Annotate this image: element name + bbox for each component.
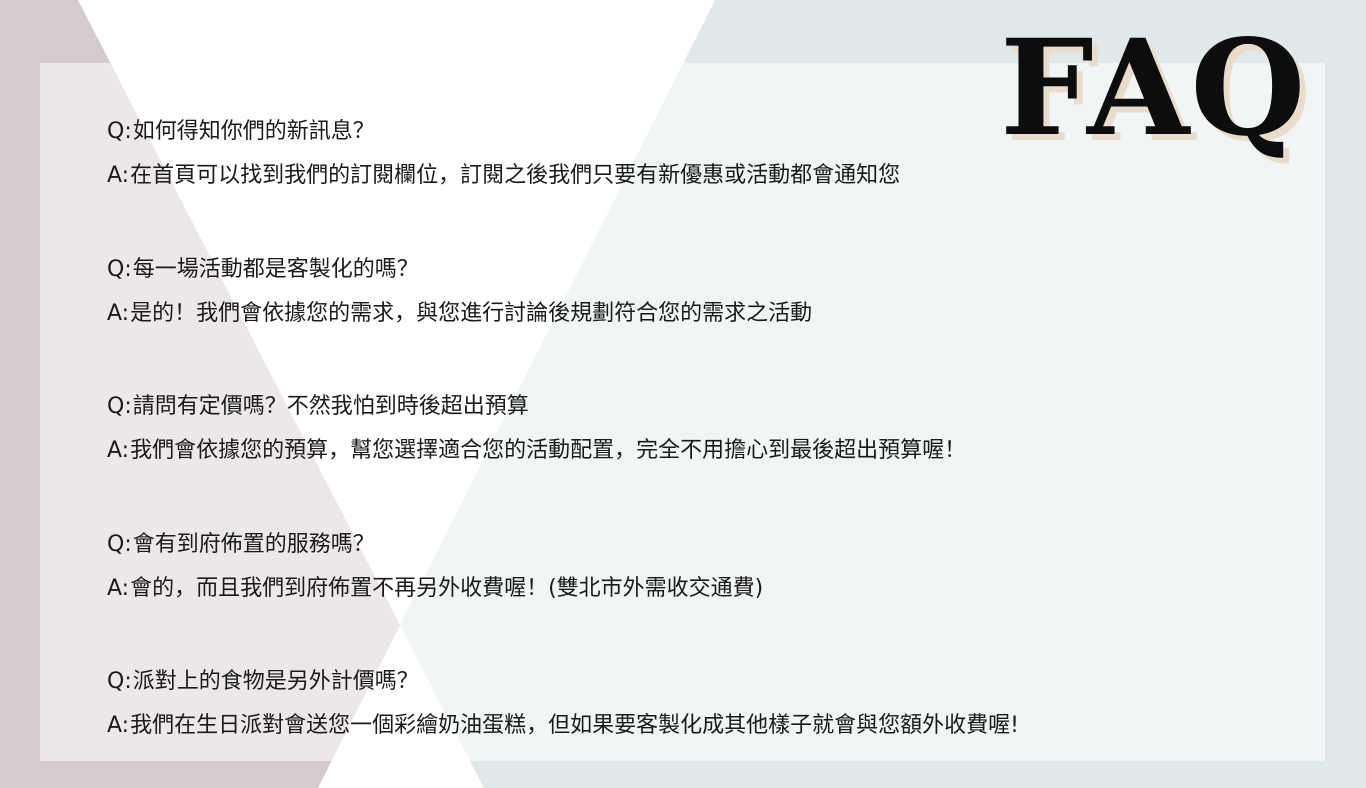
question-text: 如何得知你們的新訊息？ (132, 119, 375, 144)
faq-item: Q:派對上的食物是另外計價嗎？ A:我們在生日派對會送您一個彩繪奶油蛋糕，但如果… (107, 660, 1257, 788)
question-text: 請問有定價嗎？不然我怕到時後超出預算 (132, 394, 529, 419)
faq-answer: A:會的，而且我們到府佈置不再另外收費喔！(雙北市外需收交通費) (107, 567, 1257, 611)
faq-item: Q:會有到府佈置的服務嗎？ A:會的，而且我們到府佈置不再另外收費喔！(雙北市外… (107, 523, 1257, 661)
faq-answer: A:我們在生日派對會送您一個彩繪奶油蛋糕，但如果要客製化成其他樣子就會與您額外收… (107, 704, 1257, 748)
faq-question: Q:如何得知你們的新訊息？ (107, 110, 1257, 154)
answer-prefix: A: (107, 163, 130, 188)
question-text: 會有到府佈置的服務嗎？ (132, 531, 375, 557)
question-prefix: Q: (107, 256, 132, 282)
question-text: 每一場活動都是客製化的嗎？ (132, 256, 419, 282)
question-prefix: Q: (107, 394, 132, 419)
faq-item: Q:如何得知你們的新訊息？ A:在首頁可以找到我們的訂閱欄位，訂閱之後我們只要有… (107, 110, 1257, 248)
answer-text: 會的，而且我們到府佈置不再另外收費喔！(雙北市外需收交通費) (130, 575, 764, 601)
answer-text: 我們會依據您的預算，幫您選擇適合您的活動配置，完全不用擔心到最後超出預算喔！ (130, 438, 967, 463)
faq-question: Q:請問有定價嗎？不然我怕到時後超出預算 (107, 385, 1257, 429)
question-prefix: Q: (107, 119, 132, 144)
faq-answer: A:我們會依據您的預算，幫您選擇適合您的活動配置，完全不用擔心到最後超出預算喔！ (107, 429, 1257, 473)
faq-answer: A:在首頁可以找到我們的訂閱欄位，訂閱之後我們只要有新優惠或活動都會通知您 (107, 154, 1257, 198)
faq-answer: A:是的！我們會依據您的需求，與您進行討論後規劃符合您的需求之活動 (107, 292, 1257, 336)
faq-question: Q:派對上的食物是另外計價嗎？ (107, 660, 1257, 704)
faq-item: Q:每一場活動都是客製化的嗎？ A:是的！我們會依據您的需求，與您進行討論後規劃… (107, 248, 1257, 386)
answer-text: 我們在生日派對會送您一個彩繪奶油蛋糕，但如果要客製化成其他樣子就會與您額外收費喔… (130, 713, 1019, 738)
question-prefix: Q: (107, 669, 132, 694)
faq-question: Q:每一場活動都是客製化的嗎？ (107, 248, 1257, 292)
answer-text: 在首頁可以找到我們的訂閱欄位，訂閱之後我們只要有新優惠或活動都會通知您 (130, 163, 901, 188)
answer-prefix: A: (107, 300, 130, 326)
faq-question: Q:會有到府佈置的服務嗎？ (107, 523, 1257, 567)
question-prefix: Q: (107, 531, 132, 557)
answer-text: 是的！我們會依據您的需求，與您進行討論後規劃符合您的需求之活動 (130, 300, 813, 326)
answer-prefix: A: (107, 713, 130, 738)
answer-prefix: A: (107, 575, 130, 601)
faq-item: Q:請問有定價嗎？不然我怕到時後超出預算 A:我們會依據您的預算，幫您選擇適合您… (107, 385, 1257, 523)
answer-prefix: A: (107, 438, 130, 463)
question-text: 派對上的食物是另外計價嗎？ (132, 669, 419, 694)
faq-list: Q:如何得知你們的新訊息？ A:在首頁可以找到我們的訂閱欄位，訂閱之後我們只要有… (107, 110, 1257, 788)
